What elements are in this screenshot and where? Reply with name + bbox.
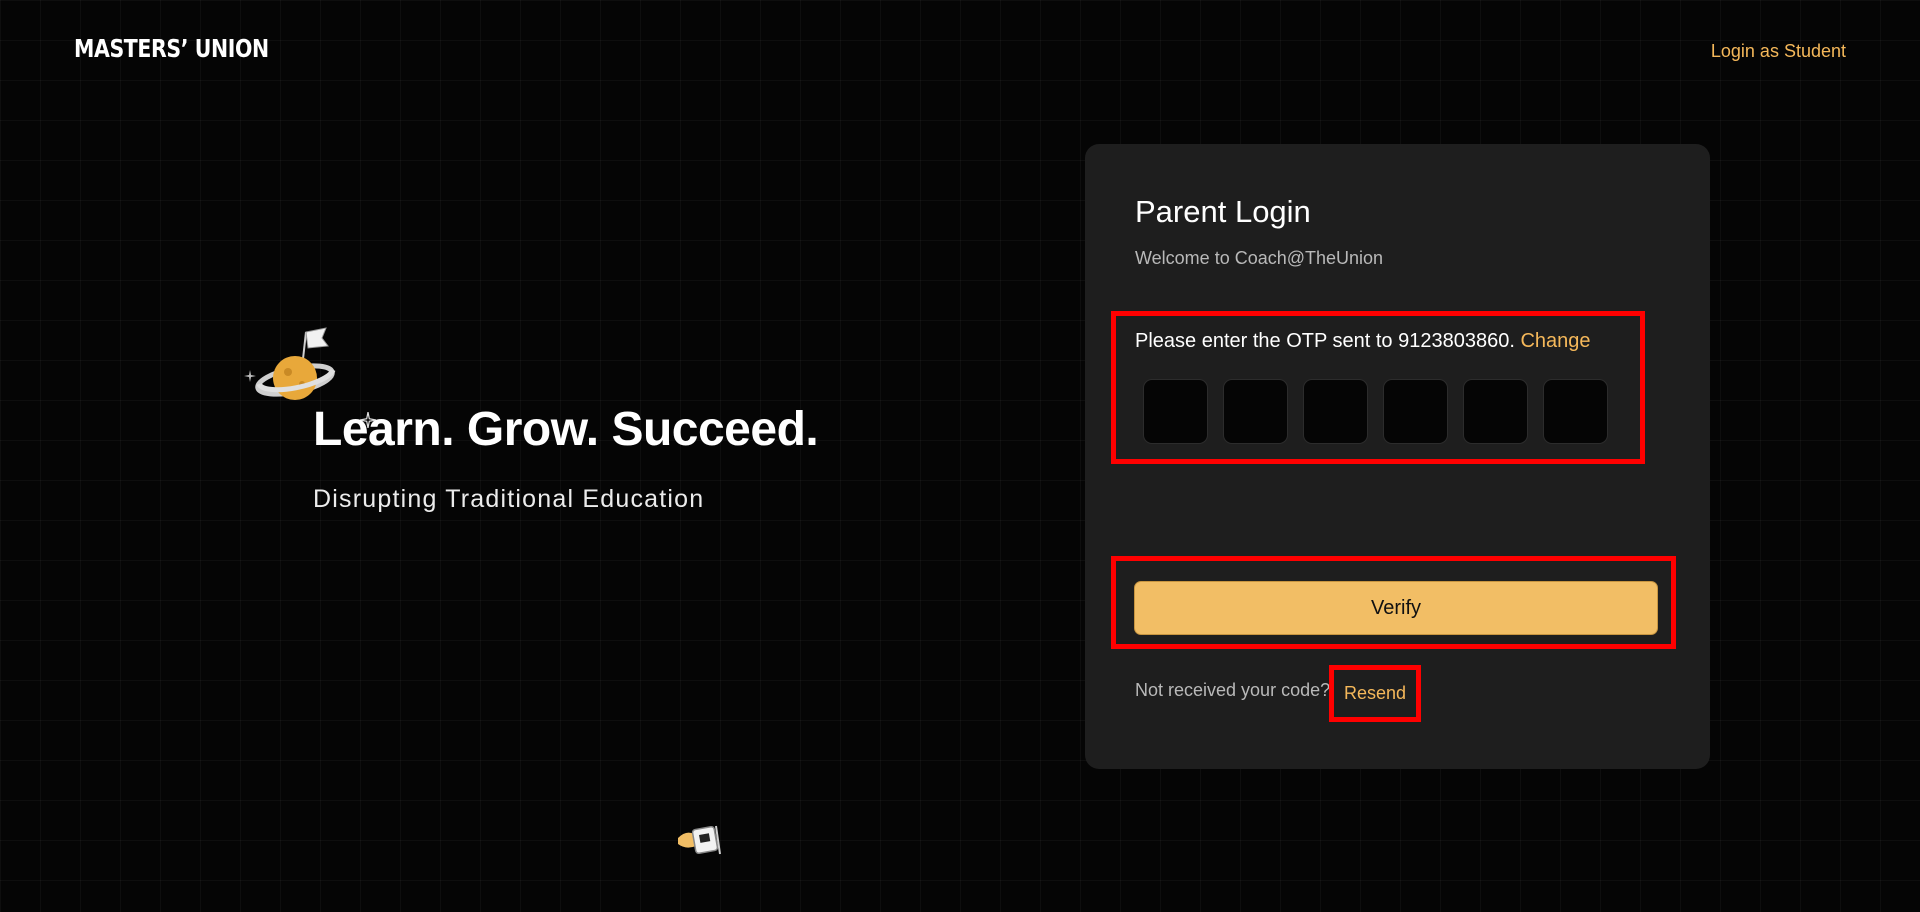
sparkle-icon xyxy=(244,370,256,382)
hero-title: Learn. Grow. Succeed. xyxy=(313,403,819,456)
hero-subtitle: Disrupting Traditional Education xyxy=(313,485,705,513)
welcome-text: Welcome to Coach@TheUnion xyxy=(1135,248,1384,268)
otp-digit-1[interactable] xyxy=(1143,379,1208,444)
gift-flag-icon xyxy=(678,825,721,855)
otp-digit-6[interactable] xyxy=(1543,379,1608,444)
not-received-text: Not received your code? xyxy=(1135,680,1331,700)
card-title: Parent Login xyxy=(1135,194,1311,229)
otp-digit-2[interactable] xyxy=(1223,379,1288,444)
otp-section: Please enter the OTP sent to 9123803860.… xyxy=(1111,311,1645,464)
change-number-link[interactable]: Change xyxy=(1520,330,1590,352)
otp-prompt: Please enter the OTP sent to 9123803860.… xyxy=(1135,330,1591,353)
otp-digit-3[interactable] xyxy=(1303,379,1368,444)
verify-button[interactable]: Verify xyxy=(1134,581,1658,635)
parent-login-card: Parent Login Welcome to Coach@TheUnion P… xyxy=(1085,144,1710,769)
verify-section: Verify xyxy=(1111,556,1676,649)
masters-union-logo[interactable]: MASTERS’ UNION xyxy=(74,34,269,63)
otp-digit-5[interactable] xyxy=(1463,379,1528,444)
resend-link[interactable]: Resend xyxy=(1329,665,1421,722)
login-as-student-link[interactable]: Login as Student xyxy=(1711,41,1846,62)
otp-prompt-text: Please enter the OTP sent to 9123803860. xyxy=(1135,330,1515,352)
otp-digit-4[interactable] xyxy=(1383,379,1448,444)
planet-with-flag-icon xyxy=(255,327,336,400)
otp-digits xyxy=(1143,379,1608,444)
